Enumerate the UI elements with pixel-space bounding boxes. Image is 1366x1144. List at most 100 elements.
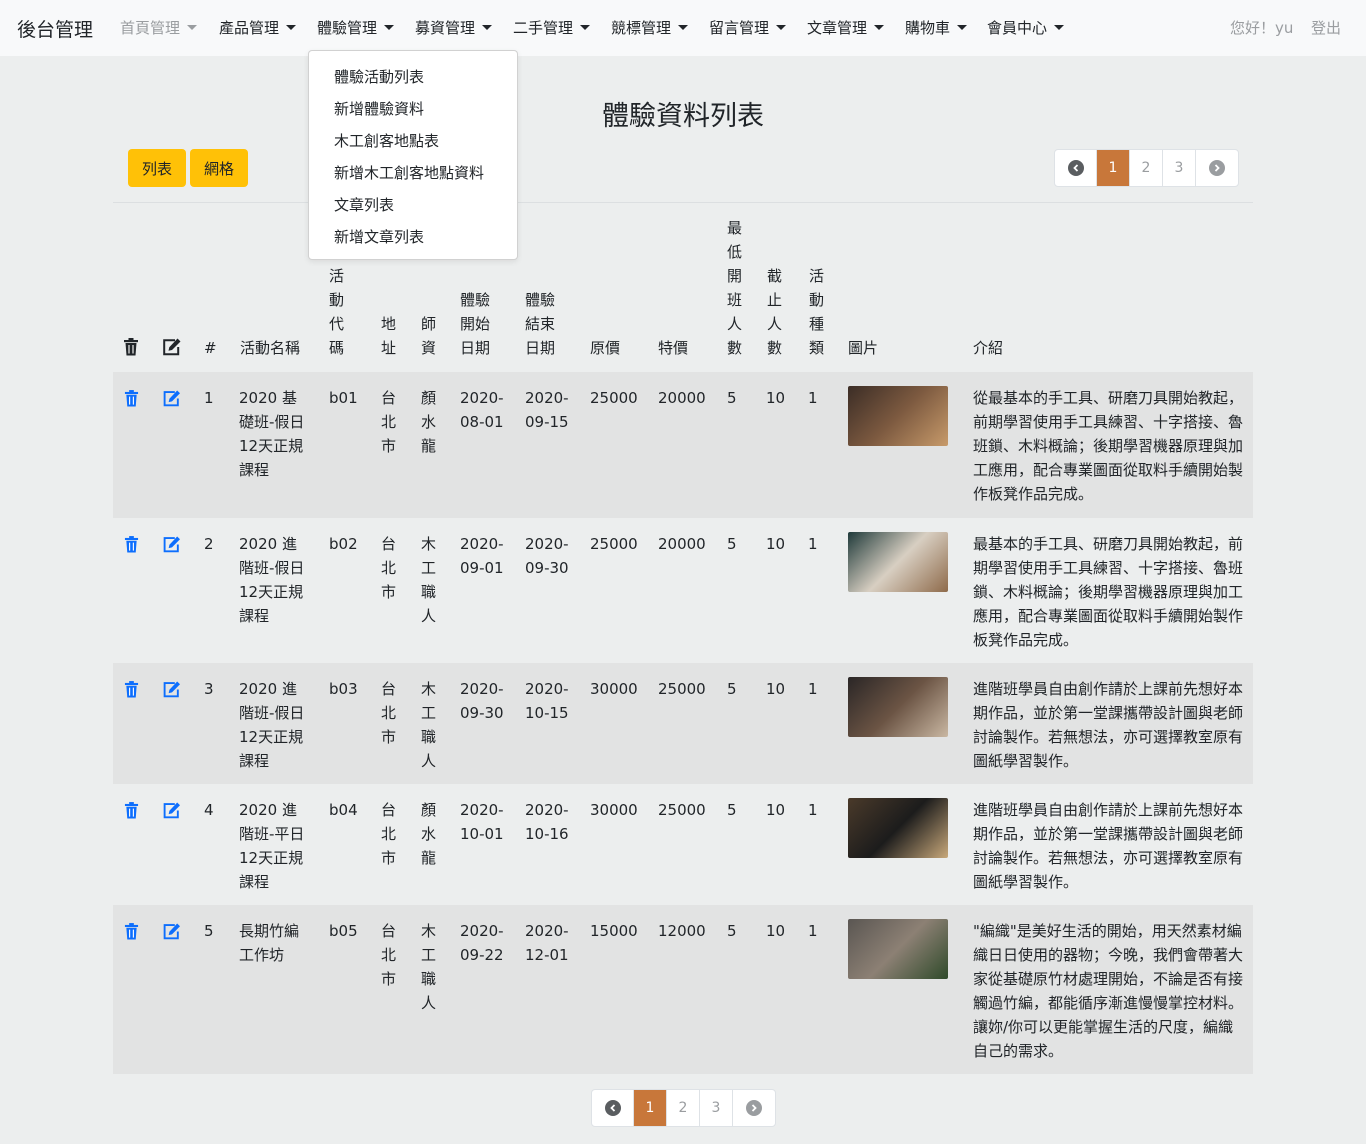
min-participants: 5 (727, 680, 737, 698)
col-price: 原價 (590, 339, 621, 357)
edit-button[interactable] (162, 681, 181, 702)
dropdown-item-activity-list[interactable]: 體驗活動列表 (334, 66, 424, 87)
page-1-button[interactable]: 1 (634, 1090, 667, 1126)
nav-menu-articles[interactable]: 文章管理 (807, 17, 885, 38)
page-title: 體驗資料列表 (602, 101, 764, 132)
logout-link[interactable]: 登出 (1311, 17, 1341, 38)
edit-button[interactable] (162, 923, 181, 944)
activity-type: 1 (808, 801, 818, 819)
edit-button[interactable] (162, 536, 181, 557)
activity-type: 1 (808, 680, 818, 698)
activity-code: b03 (329, 680, 358, 698)
row-number: 3 (204, 680, 214, 698)
delete-button[interactable] (124, 681, 139, 702)
arrow-left-icon (604, 1100, 621, 1116)
table-row: 4 2020 進階班-平日 12天正規課程 b04 台北市 顏水龍 2020-10-01 2… (113, 784, 1253, 905)
prev-page-button[interactable] (1055, 150, 1097, 186)
brand[interactable]: 後台管理 (17, 15, 93, 42)
activity-image[interactable] (848, 677, 948, 737)
activity-address: 台北市 (381, 922, 397, 988)
special-price: 20000 (658, 389, 706, 407)
dropdown-item-add-article[interactable]: 新增文章列表 (334, 226, 424, 247)
activity-type: 1 (808, 922, 818, 940)
activity-name: 長期竹編工作坊 (239, 922, 300, 964)
trash-icon (124, 923, 139, 940)
delete-button[interactable] (124, 390, 139, 411)
edit-button[interactable] (162, 390, 181, 411)
activity-teacher: 顏水龍 (421, 801, 437, 867)
nav-menu-funding[interactable]: 募資管理 (415, 17, 493, 38)
header-divider (113, 202, 1253, 203)
activity-image[interactable] (848, 798, 948, 858)
min-participants: 5 (727, 801, 737, 819)
dropdown-item-add-maker-location[interactable]: 新增木工創客地點資料 (334, 162, 484, 183)
original-price: 15000 (590, 922, 638, 940)
trash-icon (124, 802, 139, 819)
page-3-button[interactable]: 3 (700, 1090, 733, 1126)
start-date: 2020-10-01 (460, 801, 504, 843)
nav-menu-products[interactable]: 產品管理 (219, 17, 297, 38)
activity-name: 2020 進階班-假日 12天正規課程 (239, 535, 305, 625)
page-2-button[interactable]: 2 (667, 1090, 700, 1126)
pagination-top: 1 2 3 (1054, 149, 1239, 187)
arrow-right-icon (1209, 160, 1225, 176)
col-end: 體驗結束日期 (525, 291, 556, 357)
nav-menu-experience[interactable]: 體驗管理 (317, 17, 395, 38)
start-date: 2020-08-01 (460, 389, 504, 431)
max-participants: 10 (766, 922, 786, 940)
end-date: 2020-10-15 (525, 680, 569, 722)
end-date: 2020-10-16 (525, 801, 569, 843)
col-address: 地址 (381, 315, 397, 357)
nav-menu-member[interactable]: 會員中心 (987, 17, 1065, 38)
end-date: 2020-09-15 (525, 389, 569, 431)
trash-icon (124, 681, 139, 698)
activity-image[interactable] (848, 532, 948, 592)
activity-intro: 進階班學員自由創作請於上課前先想好本期作品，並於第一堂課攜帶設計圖與老師討論製作… (973, 801, 1244, 891)
trash-icon (123, 338, 139, 360)
edit-icon (163, 923, 180, 940)
activity-intro: 從最基本的手工具、研磨刀具開始教起，前期學習使用手工具練習、十字搭接、魯班鎖、木… (973, 389, 1244, 503)
nav-menu-secondhand[interactable]: 二手管理 (513, 17, 591, 38)
max-participants: 10 (766, 535, 786, 553)
list-view-button[interactable]: 列表 (128, 149, 186, 187)
original-price: 25000 (590, 535, 638, 553)
dropdown-item-article-list[interactable]: 文章列表 (334, 194, 394, 215)
activity-type: 1 (808, 535, 818, 553)
activity-image[interactable] (848, 386, 948, 446)
activity-address: 台北市 (381, 680, 397, 746)
max-participants: 10 (766, 389, 786, 407)
dropdown-item-add-experience[interactable]: 新增體驗資料 (334, 98, 424, 119)
nav-menu-cart[interactable]: 購物車 (905, 17, 968, 38)
activity-type: 1 (808, 389, 818, 407)
end-date: 2020-12-01 (525, 922, 569, 964)
prev-page-button[interactable] (592, 1090, 634, 1126)
nav-menu-auction[interactable]: 競標管理 (611, 17, 689, 38)
page-1-button[interactable]: 1 (1097, 150, 1130, 186)
col-max: 截止人數 (767, 267, 783, 357)
page-2-button[interactable]: 2 (1130, 150, 1163, 186)
delete-button[interactable] (124, 536, 139, 557)
delete-button[interactable] (124, 923, 139, 944)
row-number: 4 (204, 801, 214, 819)
row-number: 5 (204, 922, 214, 940)
page-3-button[interactable]: 3 (1163, 150, 1196, 186)
dropdown-item-maker-locations[interactable]: 木工創客地點表 (334, 130, 439, 151)
next-page-button[interactable] (1196, 150, 1238, 186)
activity-address: 台北市 (381, 535, 397, 601)
special-price: 20000 (658, 535, 706, 553)
nav-menu-home[interactable]: 首頁管理 (120, 17, 198, 38)
delete-button[interactable] (124, 802, 139, 823)
next-page-button[interactable] (733, 1090, 775, 1126)
row-number: 2 (204, 535, 214, 553)
activity-code: b05 (329, 922, 358, 940)
edit-icon (163, 390, 180, 407)
edit-icon (163, 802, 180, 819)
nav-menu-comments[interactable]: 留言管理 (709, 17, 787, 38)
chevron-down-icon (678, 25, 689, 30)
grid-view-button[interactable]: 網格 (190, 149, 248, 187)
activity-address: 台北市 (381, 801, 397, 867)
special-price: 25000 (658, 680, 706, 698)
activity-image[interactable] (848, 919, 948, 979)
activity-name: 2020 進階班-平日 12天正規課程 (239, 801, 305, 891)
edit-button[interactable] (162, 802, 181, 823)
